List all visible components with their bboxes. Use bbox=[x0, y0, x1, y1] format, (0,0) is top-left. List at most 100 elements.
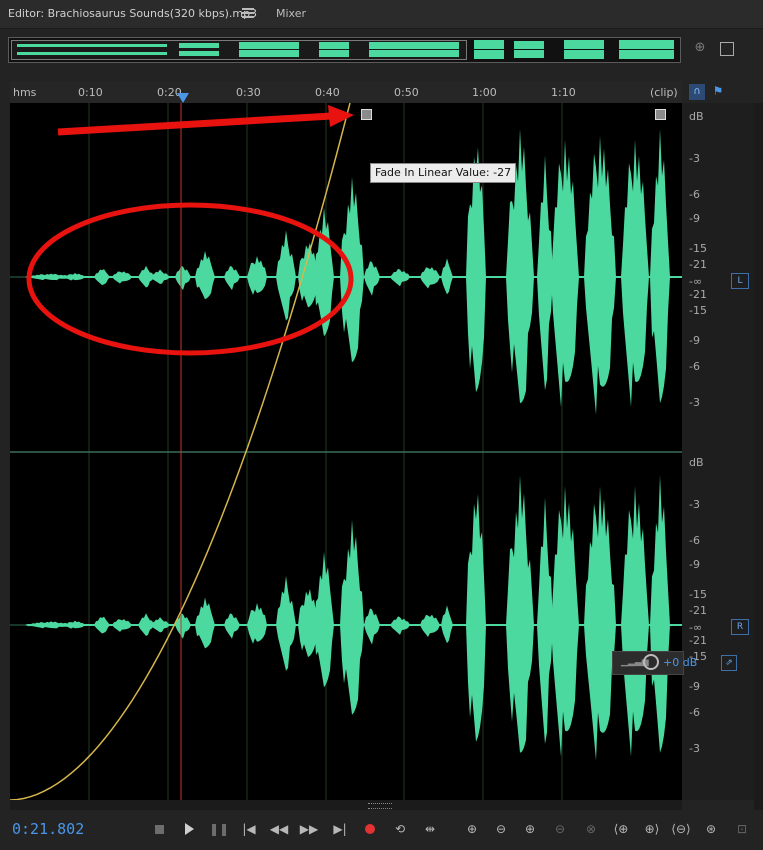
waveform-burst bbox=[584, 135, 616, 415]
waveform-burst bbox=[247, 256, 267, 295]
db-scale-label: -9 bbox=[689, 212, 700, 225]
zoom-in-amplitude-icon[interactable]: ⊕ bbox=[461, 818, 483, 840]
waveform-burst bbox=[650, 128, 670, 404]
marker-pin-icon[interactable]: ⚑ bbox=[711, 84, 725, 100]
zoom-reset-icon[interactable]: ⊛ bbox=[700, 818, 722, 840]
waveform-burst bbox=[340, 519, 364, 715]
vertical-scrollbar[interactable] bbox=[754, 103, 763, 810]
right-channel-toggle[interactable]: R bbox=[731, 619, 749, 635]
waveform-burst bbox=[195, 250, 215, 300]
waveform-burst bbox=[195, 597, 215, 649]
db-scale-label: -3 bbox=[689, 498, 700, 511]
volume-knob[interactable] bbox=[643, 654, 659, 670]
db-scale-label: -6 bbox=[689, 534, 700, 547]
zoom-in-left-icon[interactable]: ⟨⊕ bbox=[610, 818, 632, 840]
waveform-burst bbox=[537, 155, 553, 391]
db-scale-label: -21 bbox=[689, 634, 707, 647]
db-scale-label: -21 bbox=[689, 604, 707, 617]
waveform-canvas[interactable] bbox=[9, 102, 682, 801]
db-scale-label: -6 bbox=[689, 188, 700, 201]
waveform-burst bbox=[621, 139, 649, 407]
fade-in-handle[interactable] bbox=[361, 109, 372, 120]
zoom-in-time-icon[interactable]: ⊕ bbox=[519, 818, 541, 840]
waveform-editor[interactable] bbox=[9, 102, 682, 801]
waveform-burst bbox=[551, 139, 579, 407]
fade-tooltip: Fade In Linear Value: -27 bbox=[370, 163, 517, 183]
overview-menu-icon[interactable] bbox=[720, 42, 734, 56]
waveform-burst bbox=[224, 265, 240, 291]
db-scale-label: -3 bbox=[689, 396, 700, 409]
db-scale-label: -3 bbox=[689, 742, 700, 755]
stop-icon[interactable] bbox=[148, 818, 170, 840]
zoom-out-time-icon[interactable]: ⊖ bbox=[549, 818, 571, 840]
db-scale-label: -15 bbox=[689, 588, 707, 601]
tab-menu-icon[interactable] bbox=[242, 6, 254, 20]
fade-out-handle[interactable] bbox=[655, 109, 666, 120]
ruler-clip-label: (clip) bbox=[650, 86, 678, 99]
waveform-burst bbox=[364, 261, 380, 296]
waveform-burst bbox=[314, 551, 334, 688]
ruler-tick: 0:10 bbox=[78, 86, 103, 99]
fast-forward-icon[interactable]: ▶▶ bbox=[298, 818, 320, 840]
ruler-tick: 0:40 bbox=[315, 86, 340, 99]
waveform-burst bbox=[584, 486, 616, 761]
ruler-tick: 0:30 bbox=[236, 86, 261, 99]
zoom-out-full-icon[interactable]: ⟨⊖⟩ bbox=[670, 818, 692, 840]
record-icon[interactable] bbox=[359, 818, 381, 840]
loop-icon[interactable]: ⟲ bbox=[389, 818, 411, 840]
waveform-burst bbox=[224, 613, 240, 639]
zoom-in-right-icon[interactable]: ⊕⟩ bbox=[641, 818, 663, 840]
volume-value: +0 dB bbox=[663, 656, 698, 669]
waveform-burst bbox=[175, 265, 191, 291]
horizontal-scrollbar[interactable] bbox=[10, 800, 682, 810]
scroll-grip[interactable] bbox=[368, 803, 392, 809]
skip-start-icon[interactable]: |◀ bbox=[238, 818, 260, 840]
waveform-burst bbox=[247, 602, 267, 644]
annotation-arrow bbox=[57, 112, 333, 136]
play-icon[interactable] bbox=[178, 818, 200, 840]
db-scale-label: -9 bbox=[689, 680, 700, 693]
waveform-burst bbox=[551, 486, 579, 757]
db-scale-label: -15 bbox=[689, 304, 707, 317]
zoom-out-amplitude-icon[interactable]: ⊖ bbox=[490, 818, 512, 840]
db-scale-label: -3 bbox=[689, 152, 700, 165]
waveform-overview[interactable] bbox=[8, 37, 681, 63]
pause-icon[interactable]: ❚❚ bbox=[208, 818, 230, 840]
tab-mixer[interactable]: Mixer bbox=[276, 0, 306, 28]
volume-hud[interactable]: ▁▂▃▅ +0 dB bbox=[612, 651, 697, 675]
db-scale-label: dB bbox=[689, 110, 704, 123]
zoom-navigator-icon[interactable]: ⊕ bbox=[690, 40, 710, 60]
zoom-full-icon[interactable]: ⊗ bbox=[580, 818, 602, 840]
db-scale-label: -9 bbox=[689, 334, 700, 347]
waveform-burst bbox=[650, 475, 670, 753]
db-scale bbox=[682, 103, 754, 800]
db-scale-label: dB bbox=[689, 456, 704, 469]
db-scale-label: -21 bbox=[689, 258, 707, 271]
level-bars-icon: ▁▂▃▅ bbox=[621, 657, 649, 667]
pin-hud-icon[interactable]: ⇗ bbox=[721, 655, 737, 671]
waveform-burst bbox=[621, 486, 649, 757]
waveform-burst bbox=[364, 608, 380, 645]
rewind-icon[interactable]: ◀◀ bbox=[268, 818, 290, 840]
db-scale-label: -∞ bbox=[689, 275, 703, 288]
waveform-burst bbox=[276, 575, 296, 671]
ruler-format-label: hms bbox=[13, 86, 37, 99]
left-channel-toggle[interactable]: L bbox=[731, 273, 749, 289]
db-scale-label: -21 bbox=[689, 288, 707, 301]
skip-end-icon[interactable]: ▶| bbox=[329, 818, 351, 840]
db-scale-label: -∞ bbox=[689, 621, 703, 634]
skip-selection-icon[interactable]: ⇹ bbox=[419, 818, 441, 840]
db-scale-label: -15 bbox=[689, 242, 707, 255]
annotation-arrow-head bbox=[328, 105, 354, 127]
db-scale-label: -9 bbox=[689, 558, 700, 571]
time-ruler[interactable] bbox=[10, 81, 682, 104]
waveform-burst bbox=[506, 475, 534, 753]
ruler-tick: 0:50 bbox=[394, 86, 419, 99]
db-scale-label: -6 bbox=[689, 360, 700, 373]
playhead-marker[interactable] bbox=[177, 93, 189, 103]
zoom-fit-icon[interactable]: ⊡ bbox=[731, 818, 753, 840]
db-scale-label: -6 bbox=[689, 706, 700, 719]
snap-magnet-icon[interactable]: ∩ bbox=[689, 84, 705, 100]
tab-editor[interactable]: Editor: Brachiosaurus Sounds(320 kbps).m… bbox=[8, 0, 257, 28]
current-time[interactable]: 0:21.802 bbox=[12, 820, 84, 838]
